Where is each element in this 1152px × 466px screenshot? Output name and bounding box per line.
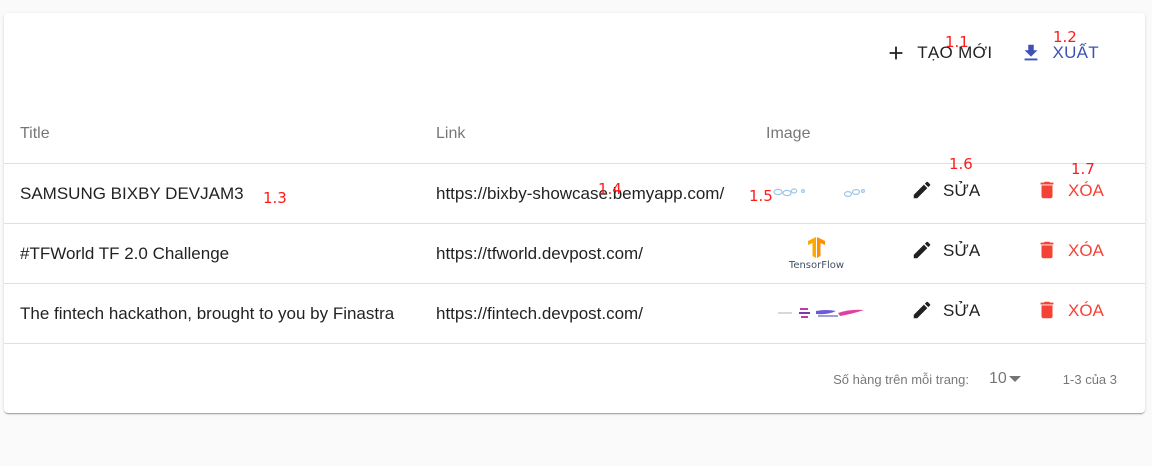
row-delete-cell: XÓA [1020, 283, 1145, 344]
edit-button[interactable]: SỬA [911, 297, 980, 324]
trash-icon [1040, 302, 1054, 319]
delete-button-label: XÓA [1068, 180, 1104, 200]
pencil-icon [913, 241, 931, 259]
delete-button-label: XÓA [1068, 240, 1104, 260]
edit-button-label: SỬA [943, 300, 981, 320]
edit-button-label: SỬA [943, 240, 981, 260]
create-button-label: TẠO MỚI [917, 43, 993, 62]
rows-per-page-label: Số hàng trên mỗi trang: [833, 371, 969, 387]
export-button[interactable]: XUẤT [1014, 38, 1105, 68]
list-card: TẠO MỚI XUẤT Title Link Image SAMSUNG BI… [4, 13, 1145, 413]
row-title: The fintech hackathon, brought to you by… [4, 283, 420, 344]
row-link: https://tfworld.devpost.com/ [420, 223, 750, 284]
row-link: https://fintech.devpost.com/ [420, 283, 750, 344]
row-link: https://bixby-showcase.bemyapp.com/ [420, 163, 750, 224]
delete-button[interactable]: XÓA [1036, 297, 1104, 324]
header-delete [1020, 106, 1145, 164]
table-row[interactable]: SAMSUNG BIXBY DEVJAM3 https://bixby-show… [4, 163, 1145, 224]
create-button[interactable]: TẠO MỚI [879, 38, 998, 68]
row-edit-cell: SỬA [895, 163, 1020, 224]
tensorflow-logo-text: TensorFlow [788, 260, 844, 271]
table-row[interactable]: #TFWorld TF 2.0 Challenge https://tfworl… [4, 223, 1145, 284]
row-delete-cell: XÓA [1020, 223, 1145, 284]
row-image [750, 163, 895, 224]
table-row[interactable]: The fintech hackathon, brought to you by… [4, 283, 1145, 344]
header-edit [895, 106, 1020, 164]
delete-button[interactable]: XÓA [1036, 177, 1104, 204]
row-title: SAMSUNG BIXBY DEVJAM3 [4, 163, 420, 224]
row-image [750, 283, 895, 344]
plus-icon [889, 46, 903, 60]
delete-button-label: XÓA [1068, 300, 1104, 320]
pencil-icon [913, 181, 931, 199]
pencil-icon [913, 301, 931, 319]
edit-button[interactable]: SỬA [911, 177, 980, 204]
trash-icon [1040, 182, 1054, 199]
edit-button-label: SỬA [943, 180, 981, 200]
header-image[interactable]: Image [750, 106, 895, 164]
fintech-thumbnail [778, 308, 864, 318]
delete-button[interactable]: XÓA [1036, 237, 1104, 264]
export-button-label: XUẤT [1052, 43, 1099, 62]
header-title[interactable]: Title [4, 106, 420, 164]
tensorflow-logo: TensorFlow [788, 237, 844, 271]
rows-per-page-select[interactable]: 10 [989, 370, 1021, 388]
header-link[interactable]: Link [420, 106, 750, 164]
row-edit-cell: SỬA [895, 283, 1020, 344]
rows-per-page-value: 10 [989, 370, 1007, 387]
data-table: Title Link Image SAMSUNG BIXBY DEVJAM3 h… [4, 106, 1145, 344]
row-edit-cell: SỬA [895, 223, 1020, 284]
pagination: Số hàng trên mỗi trang: 10 1-3 của 3 [833, 368, 1117, 390]
row-delete-cell: XÓA [1020, 163, 1145, 224]
row-image: TensorFlow [750, 223, 895, 284]
edit-button[interactable]: SỬA [911, 237, 980, 264]
toolbar: TẠO MỚI XUẤT [863, 37, 1105, 69]
trash-icon [1040, 242, 1054, 259]
bixby-thumbnail [773, 188, 865, 198]
row-title: #TFWorld TF 2.0 Challenge [4, 223, 420, 284]
pagination-range: 1-3 của 3 [1062, 371, 1117, 387]
download-icon [1025, 44, 1038, 61]
table-header-row: Title Link Image [4, 106, 1145, 164]
chevron-down-icon [1008, 376, 1021, 382]
